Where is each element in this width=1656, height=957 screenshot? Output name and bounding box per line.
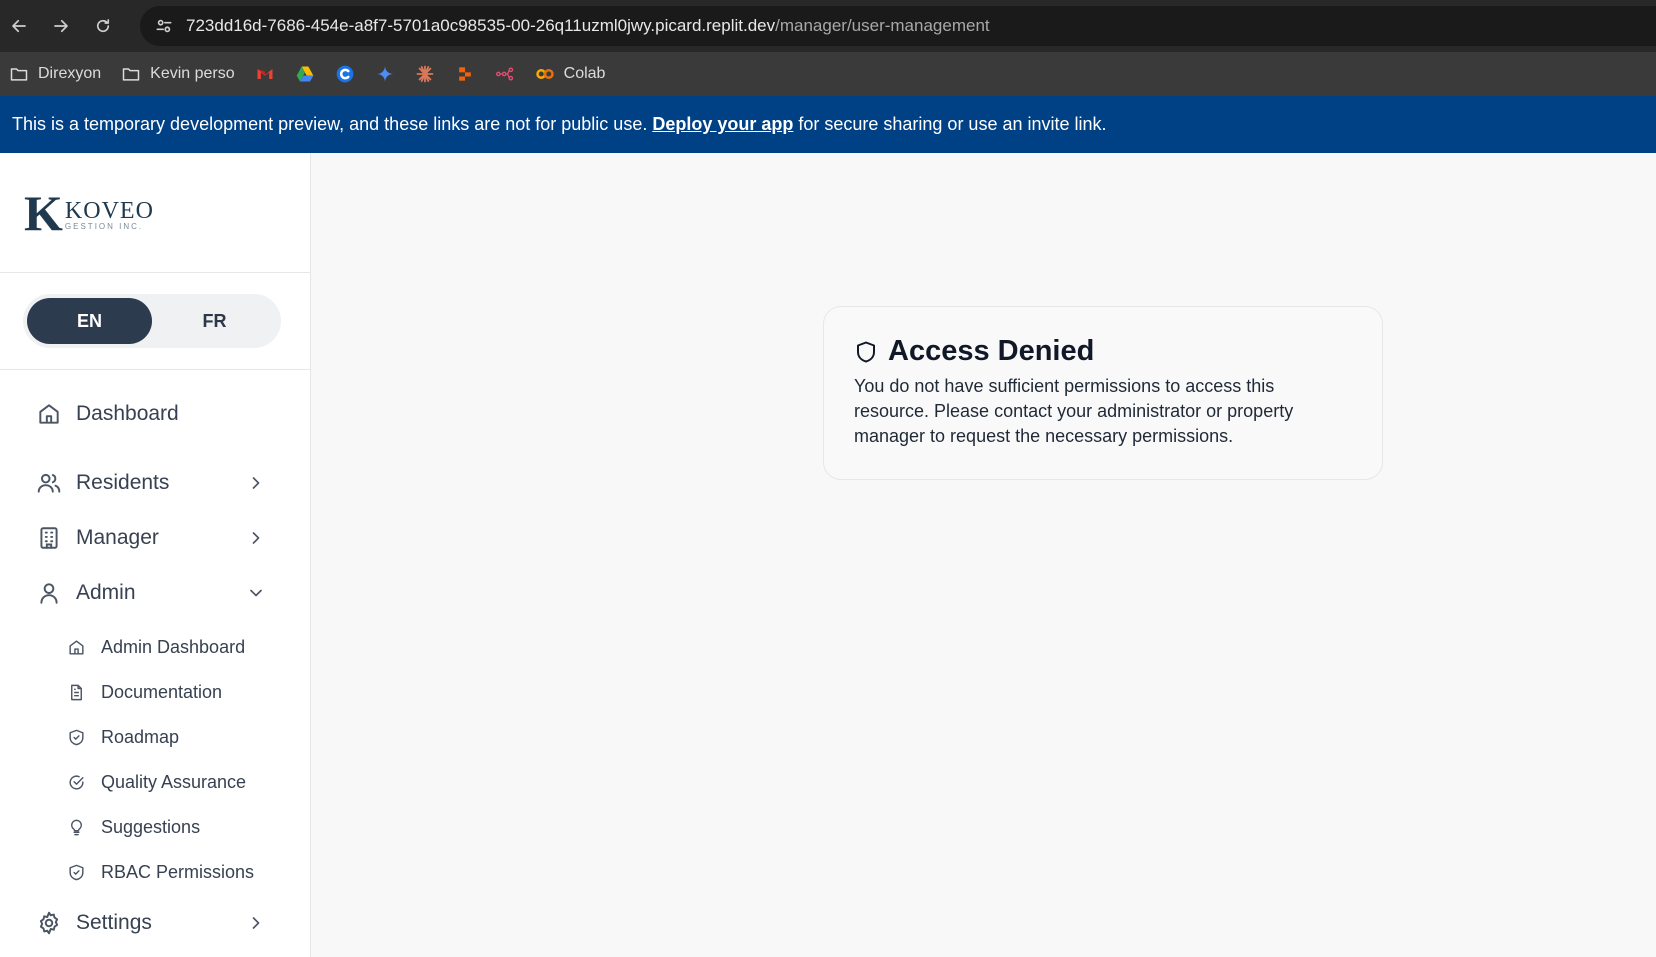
c-logo-icon [336, 65, 353, 83]
bookmark-gemini[interactable] [375, 64, 395, 84]
colab-icon [535, 69, 554, 79]
language-toggle: EN FR [23, 294, 281, 348]
card-header: Access Denied [854, 335, 1352, 368]
url-host: 723dd16d-7686-454e-a8f7-5701a0c98535-00-… [186, 16, 776, 35]
chevron-right-icon [252, 532, 260, 544]
nav-residents[interactable]: Residents [0, 460, 310, 506]
sidebar: K KOVEO GESTION INC. EN FR Dashboard Res… [0, 153, 311, 957]
language-switcher-area: EN FR [0, 273, 310, 370]
nav-rbac-permissions-label: RBAC Permissions [101, 861, 255, 882]
bookmark-kevin-perso[interactable]: Kevin perso [121, 64, 235, 84]
nav-documentation[interactable]: Documentation [0, 672, 310, 712]
shield-icon [857, 341, 875, 362]
lang-fr-button[interactable]: FR [152, 298, 277, 344]
card-message: You do not have sufficient permissions t… [854, 376, 1294, 446]
nav-quality-assurance[interactable]: Quality Assurance [0, 762, 310, 802]
bookmark-label: Kevin perso [150, 65, 235, 82]
home-icon [66, 637, 86, 657]
gmail-icon [257, 69, 273, 79]
bookmark-colab[interactable]: Colab [535, 64, 606, 84]
url-text: 723dd16d-7686-454e-a8f7-5701a0c98535-00-… [186, 16, 990, 36]
logo-letter: K [24, 184, 63, 241]
blocks-icon [458, 67, 471, 81]
logo-text: KOVEO GESTION INC. [64, 197, 154, 231]
deploy-app-link[interactable]: Deploy your app [652, 114, 793, 135]
chevron-right-icon [252, 477, 260, 489]
back-button[interactable] [6, 13, 32, 39]
logo-name: KOVEO [64, 197, 154, 224]
nav-manager-label: Manager [76, 526, 159, 549]
reload-icon [96, 19, 110, 33]
reload-button[interactable] [90, 13, 116, 39]
arrow-right-icon [54, 19, 68, 33]
nav-documentation-label: Documentation [101, 681, 223, 702]
tune-icon [156, 19, 172, 33]
document-icon [66, 682, 86, 702]
building-icon [36, 525, 62, 551]
nav-manager[interactable]: Manager [0, 515, 310, 561]
chevron-right-icon [252, 917, 260, 929]
nav-suggestions[interactable]: Suggestions [0, 807, 310, 847]
bookmark-label: Colab [563, 65, 606, 82]
url-field[interactable]: 723dd16d-7686-454e-a8f7-5701a0c98535-00-… [140, 6, 1656, 46]
nav-admin[interactable]: Admin [0, 570, 310, 616]
url-path: /manager/user-management [775, 16, 990, 35]
nav-settings[interactable]: Settings [0, 900, 310, 946]
bookmark-gmail[interactable] [255, 64, 275, 84]
bookmark-direxyon[interactable]: Direxyon [9, 64, 101, 84]
site-info-button[interactable] [148, 10, 180, 42]
bookmarks-bar: Direxyon Kevin perso Colab [0, 52, 1656, 96]
logo-area: K KOVEO GESTION INC. [0, 153, 310, 273]
n8n-icon [495, 67, 513, 81]
user-icon [36, 580, 62, 606]
bookmark-n8n[interactable] [495, 64, 515, 84]
users-icon [36, 470, 62, 496]
nav-roadmap-label: Roadmap [101, 726, 180, 747]
forward-button[interactable] [48, 13, 74, 39]
chevron-down-icon [250, 589, 262, 597]
bookmark-c[interactable] [335, 64, 355, 84]
bookmark-blocks[interactable] [455, 64, 475, 84]
nav-quality-assurance-label: Quality Assurance [101, 771, 247, 792]
nav-suggestions-label: Suggestions [101, 816, 201, 837]
google-drive-icon [296, 66, 313, 82]
nav-admin-label: Admin [76, 581, 136, 604]
home-icon [36, 401, 62, 427]
banner-text-before: This is a temporary development preview,… [12, 114, 648, 134]
nav-admin-dashboard-label: Admin Dashboard [101, 636, 246, 657]
bookmark-drive[interactable] [295, 64, 315, 84]
circle-check-icon [66, 772, 86, 792]
lightbulb-icon [66, 817, 86, 837]
nav-rbac-permissions[interactable]: RBAC Permissions [0, 852, 310, 892]
bookmark-claude[interactable] [415, 64, 435, 84]
logo-subtitle: GESTION INC. [64, 221, 144, 231]
bookmark-label: Direxyon [38, 65, 102, 82]
arrow-left-icon [12, 19, 26, 33]
shield-check-icon [66, 727, 86, 747]
nav-dashboard-label: Dashboard [76, 402, 179, 425]
card-title: Access Denied [888, 335, 1095, 367]
claude-icon [416, 65, 434, 83]
gear-icon [36, 910, 62, 936]
dev-preview-banner: This is a temporary development preview,… [0, 96, 1656, 153]
lang-en-button[interactable]: EN [27, 298, 152, 344]
nav-dashboard[interactable]: Dashboard [0, 391, 310, 437]
banner-text-after: for secure sharing or use an invite link… [798, 114, 1107, 134]
browser-address-bar: 723dd16d-7686-454e-a8f7-5701a0c98535-00-… [0, 0, 1656, 52]
koveo-logo[interactable]: K KOVEO GESTION INC. [24, 184, 154, 241]
access-denied-card: Access Denied You do not have sufficient… [823, 306, 1383, 480]
nav-roadmap[interactable]: Roadmap [0, 717, 310, 757]
nav-residents-label: Residents [76, 471, 170, 494]
shield-check-icon [66, 862, 86, 882]
folder-icon [122, 68, 140, 81]
nav-admin-dashboard[interactable]: Admin Dashboard [0, 627, 310, 667]
nav-settings-label: Settings [76, 911, 152, 934]
folder-icon [10, 68, 28, 81]
gemini-icon [376, 65, 393, 83]
